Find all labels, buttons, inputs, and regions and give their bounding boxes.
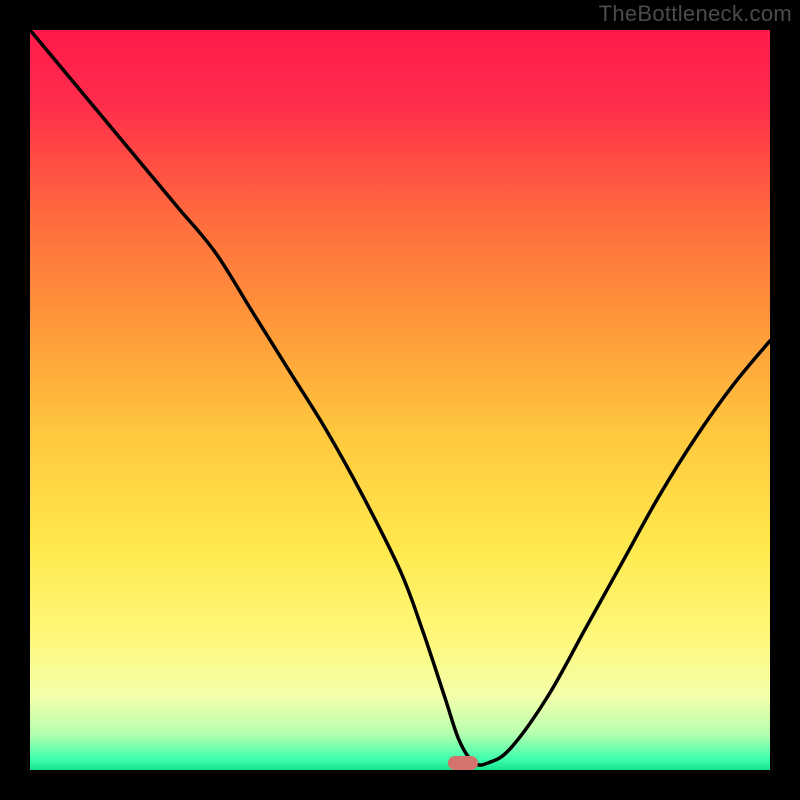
watermark-text: TheBottleneck.com <box>599 1 792 27</box>
curve-path <box>30 30 770 765</box>
chart-container: TheBottleneck.com <box>0 0 800 800</box>
plot-area <box>30 30 770 770</box>
optimal-marker <box>448 756 478 770</box>
bottleneck-curve <box>30 30 770 770</box>
